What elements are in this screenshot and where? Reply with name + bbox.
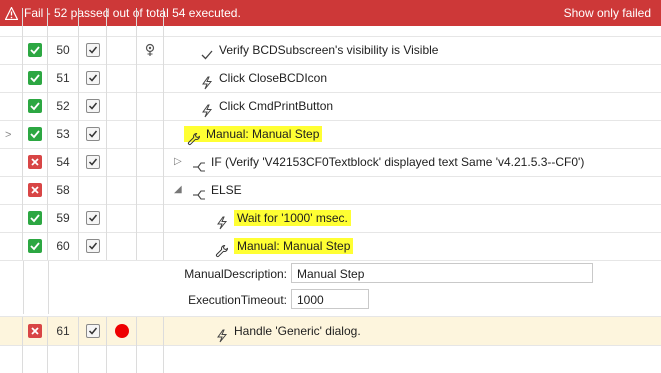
- pass-icon: [28, 127, 42, 141]
- step-number: 61: [48, 317, 79, 345]
- enabled-checkbox[interactable]: [86, 99, 100, 113]
- tree-collapse-icon[interactable]: ◢: [174, 176, 182, 204]
- branch-icon: [192, 156, 206, 172]
- step-text: Wait for '1000' msec.: [234, 210, 351, 226]
- manual-description-field[interactable]: Manual Step: [291, 263, 593, 283]
- step-text: Click CloseBCDIcon: [219, 71, 328, 85]
- step-number: 51: [48, 64, 79, 92]
- pass-icon: [28, 211, 42, 225]
- execution-timeout-label: ExecutionTimeout:: [188, 293, 287, 307]
- enabled-checkbox[interactable]: [86, 239, 100, 253]
- breakpoint-icon[interactable]: [115, 324, 129, 338]
- step-number: 52: [48, 92, 79, 120]
- enabled-checkbox[interactable]: [86, 127, 100, 141]
- execution-timeout-row: ExecutionTimeout: 1000: [0, 287, 661, 314]
- lightning-icon: [200, 72, 214, 90]
- fail-icon: [28, 155, 42, 169]
- step-grid: 50 Verify BCDSubscreen's visibility is V…: [0, 8, 661, 373]
- step-text: Click CmdPrintButton: [219, 99, 334, 113]
- step-number: 60: [48, 232, 79, 260]
- step-text: Verify BCDSubscreen's visibility is Visi…: [219, 43, 439, 57]
- step-text: Handle 'Generic' dialog.: [234, 324, 361, 338]
- table-row[interactable]: 61 Handle 'Generic' dialog.: [0, 316, 661, 346]
- step-number: 54: [48, 148, 79, 176]
- table-row: [0, 345, 661, 373]
- pass-icon: [28, 239, 42, 253]
- table-row[interactable]: 59 Wait for '1000' msec.: [0, 204, 661, 233]
- table-row[interactable]: 52 Click CmdPrintButton: [0, 92, 661, 121]
- fail-icon: [28, 183, 42, 197]
- fail-icon: [28, 324, 42, 338]
- pin-icon: [144, 43, 156, 60]
- row-expander-icon[interactable]: >: [5, 129, 11, 141]
- pass-icon: [28, 43, 42, 57]
- table-row[interactable]: 60 Manual: Manual Step: [0, 232, 661, 261]
- table-row[interactable]: [0, 8, 661, 37]
- step-text: IF (Verify 'V42153CF0Textblock' displaye…: [211, 155, 585, 169]
- enabled-checkbox[interactable]: [86, 324, 100, 338]
- step-number: 58: [48, 176, 79, 204]
- step-number: 50: [48, 36, 79, 64]
- enabled-checkbox[interactable]: [86, 211, 100, 225]
- enabled-checkbox[interactable]: [86, 43, 100, 57]
- pass-icon: [28, 71, 42, 85]
- check-icon: [200, 44, 214, 60]
- step-number: 53: [48, 120, 79, 148]
- step-number: 59: [48, 204, 79, 232]
- manual-description-label: ManualDescription:: [184, 267, 287, 281]
- step-text: Manual: Manual Step: [206, 127, 320, 141]
- wrench-icon: [187, 128, 201, 145]
- enabled-checkbox[interactable]: [86, 71, 100, 85]
- manual-description-row: ManualDescription: Manual Step: [0, 261, 661, 288]
- table-row[interactable]: 54 ▷ IF (Verify 'V42153CF0Textblock' dis…: [0, 148, 661, 177]
- wrench-icon: [215, 240, 229, 257]
- table-row[interactable]: 51 Click CloseBCDIcon: [0, 64, 661, 93]
- pass-icon: [28, 99, 42, 113]
- lightning-icon: [215, 325, 229, 343]
- lightning-icon: [200, 100, 214, 118]
- execution-timeout-field[interactable]: 1000: [291, 289, 369, 309]
- table-row[interactable]: > 53 Manual: Manual Step: [0, 120, 661, 149]
- step-text: Manual: Manual Step: [234, 238, 354, 254]
- branch-icon: [192, 184, 206, 200]
- step-text: ELSE: [211, 183, 242, 197]
- lightning-icon: [215, 212, 229, 230]
- table-row[interactable]: 58 ◢ ELSE: [0, 176, 661, 205]
- enabled-checkbox[interactable]: [86, 155, 100, 169]
- highlight: Manual: Manual Step: [184, 126, 323, 145]
- table-row[interactable]: 50 Verify BCDSubscreen's visibility is V…: [0, 36, 661, 65]
- tree-expand-icon[interactable]: ▷: [174, 148, 182, 176]
